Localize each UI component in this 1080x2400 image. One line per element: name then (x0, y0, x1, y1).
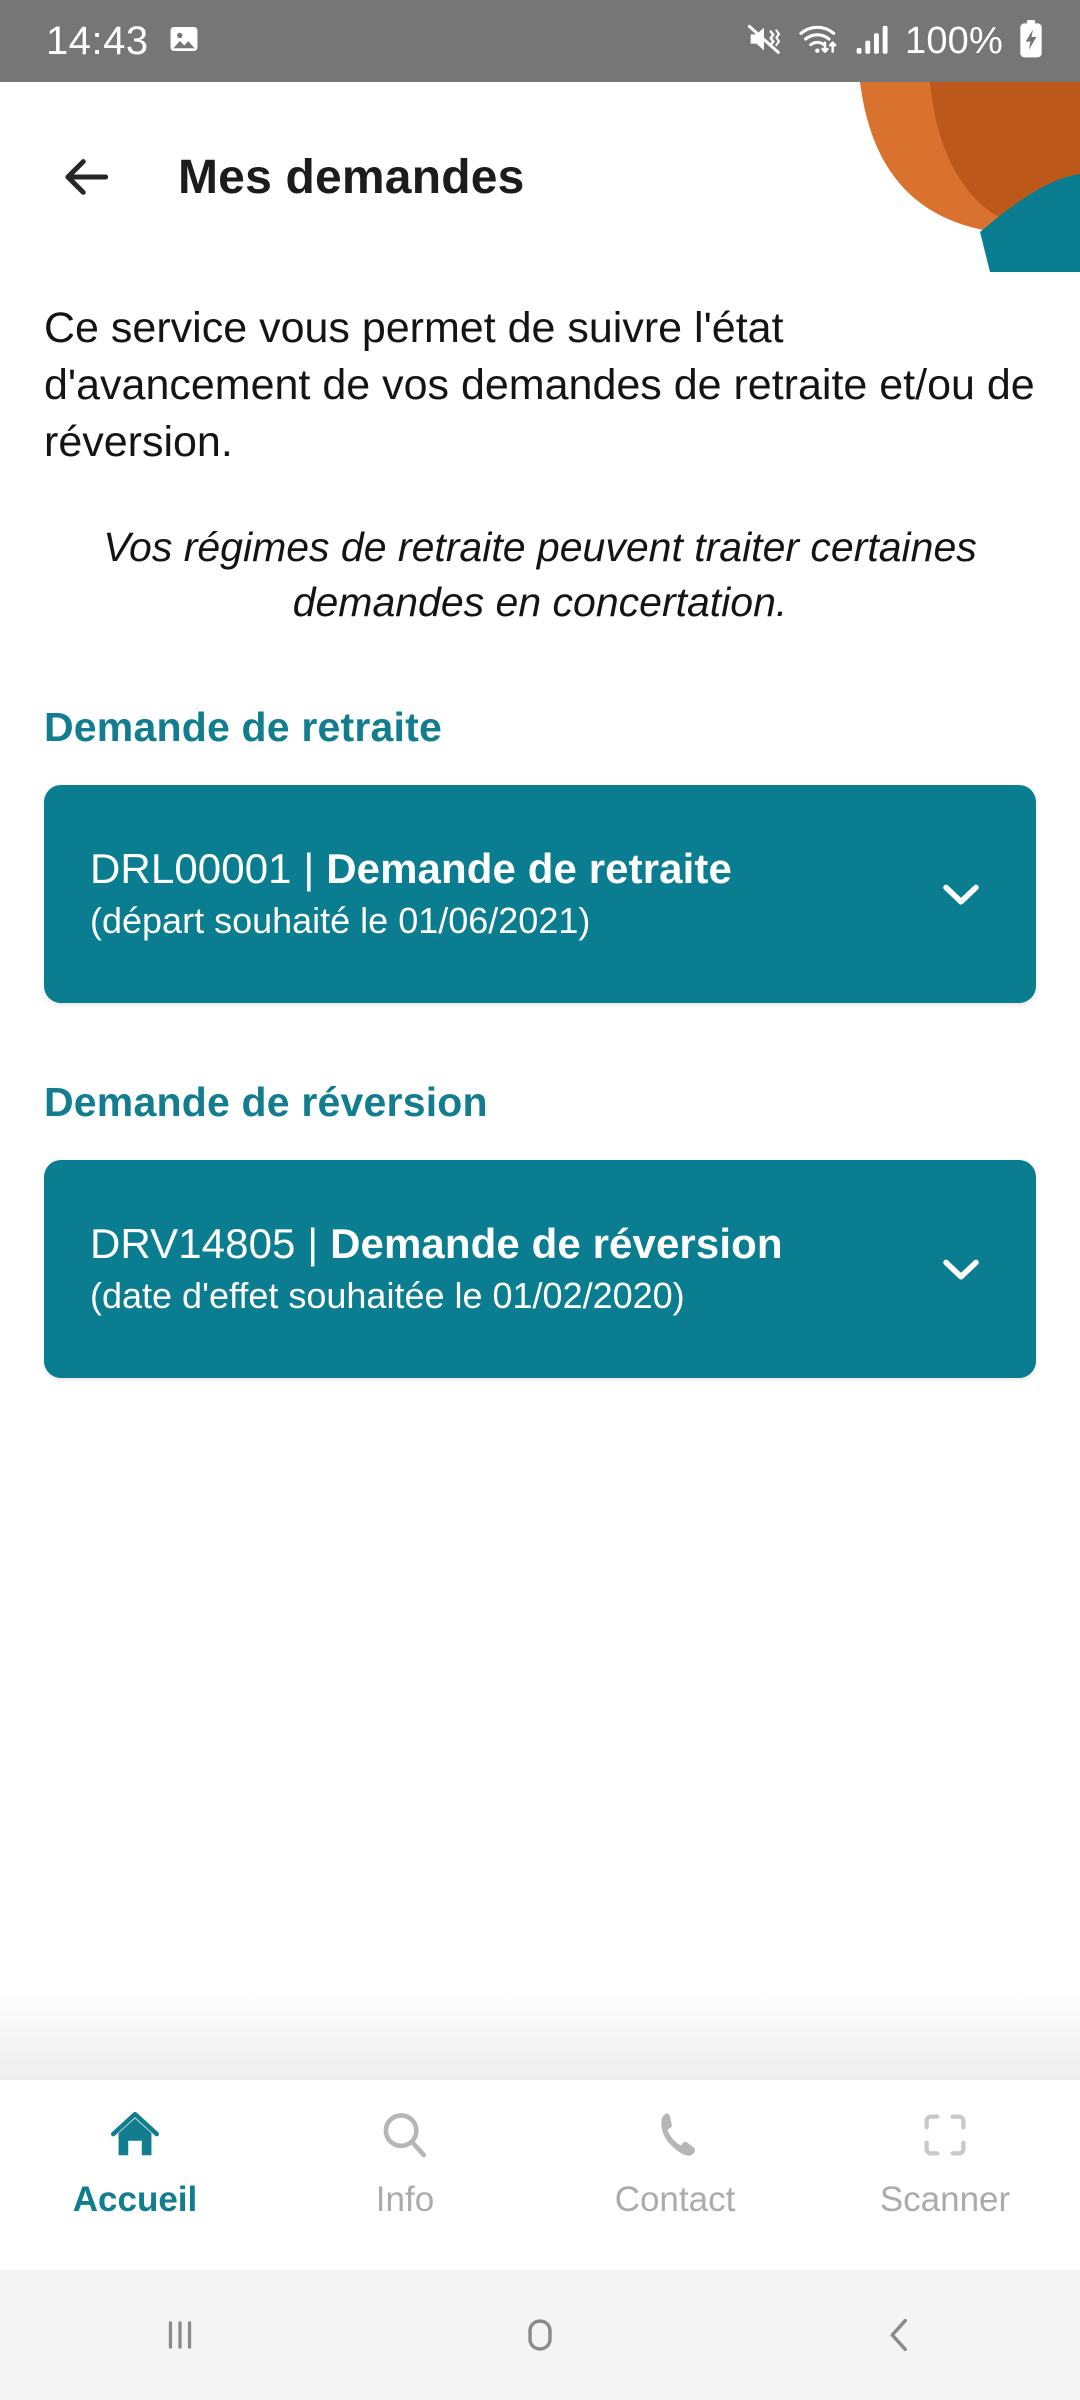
battery-charging-icon (1016, 19, 1046, 64)
section-title-retraite: Demande de retraite (44, 704, 443, 751)
mute-vibrate-icon (744, 19, 784, 64)
page-title: Mes demandes (178, 150, 525, 204)
status-bar-left: 14:43 (46, 21, 201, 61)
app-header: Mes demandes (0, 82, 1080, 272)
scroll-fade (0, 1990, 1080, 2080)
card-separator: | (303, 845, 315, 893)
status-bar: 14:43 100% (0, 0, 1080, 82)
search-icon (376, 2102, 434, 2168)
chevron-down-icon[interactable] (920, 1228, 1002, 1310)
status-bar-right: 100% (744, 19, 1046, 64)
tab-accueil[interactable]: Accueil (0, 2080, 270, 2270)
phone-icon (647, 2102, 703, 2168)
note-paragraph: Vos régimes de retraite peuvent traiter … (103, 523, 977, 625)
request-card-reversion[interactable]: DRV14805 | Demande de réversion (date d'… (44, 1160, 1036, 1379)
card-detail: (départ souhaité le 01/06/2021) (90, 899, 591, 941)
scan-frame-icon (916, 2102, 974, 2168)
home-square-icon[interactable] (360, 2309, 720, 2361)
tab-info[interactable]: Info (270, 2080, 540, 2270)
card-reference: DRL00001 (90, 845, 292, 893)
request-card-retraite[interactable]: DRL00001 | Demande de retraite (départ s… (44, 785, 1036, 1004)
card-title-line: DRL00001 | Demande de retraite (90, 844, 920, 894)
android-nav-bar (0, 2270, 1080, 2400)
image-icon (167, 22, 201, 61)
back-arrow-icon[interactable] (52, 142, 122, 212)
tab-label-contact: Contact (614, 2180, 736, 2219)
tab-label-info: Info (375, 2180, 435, 2219)
status-bar-clock: 14:43 (46, 19, 149, 63)
card-reference: DRV14805 (90, 1220, 296, 1268)
section-title-reversion: Demande de réversion (44, 1079, 488, 1126)
cellular-signal-icon (854, 21, 892, 62)
tab-scanner[interactable]: Scanner (810, 2080, 1080, 2270)
tab-contact[interactable]: Contact (540, 2080, 810, 2270)
card-text-group: DRV14805 | Demande de réversion (date d'… (90, 1219, 920, 1319)
wifi-transfer-icon (797, 19, 841, 64)
home-icon (104, 2102, 166, 2168)
bottom-tab-bar: Accueil Info Contact Scanner (0, 2080, 1080, 2270)
card-label: Demande de retraite (326, 845, 732, 893)
intro-paragraph: Ce service vous permet de suivre l'état … (44, 304, 1035, 467)
tab-label-accueil: Accueil (72, 2180, 198, 2219)
battery-percentage: 100% (905, 20, 1003, 62)
main-content: Ce service vous permet de suivre l'état … (0, 272, 1080, 2080)
tab-label-scanner: Scanner (879, 2180, 1011, 2219)
chevron-down-icon[interactable] (920, 853, 1002, 935)
card-separator: | (307, 1220, 319, 1268)
back-chevron-icon[interactable] (720, 2309, 1080, 2361)
card-title-line: DRV14805 | Demande de réversion (90, 1219, 920, 1269)
app-bar: Mes demandes (0, 82, 1080, 272)
card-detail: (date d'effet souhaitée le 01/02/2020) (90, 1274, 685, 1316)
card-label: Demande de réversion (330, 1220, 783, 1268)
recents-icon[interactable] (0, 2309, 360, 2361)
card-text-group: DRL00001 | Demande de retraite (départ s… (90, 844, 920, 944)
